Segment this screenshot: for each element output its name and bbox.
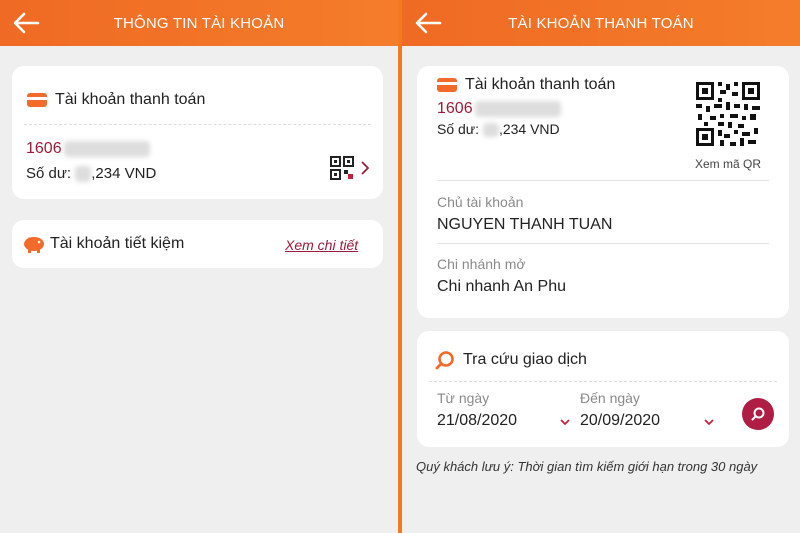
card-title: Tài khoản thanh toán xyxy=(55,91,206,108)
masked-account-digits xyxy=(63,140,150,157)
page-title: THÔNG TIN TÀI KHOẢN xyxy=(113,14,285,32)
account-info-screen: THÔNG TIN TÀI KHOẢN Tài khoản thanh toán… xyxy=(0,0,398,533)
view-details-link[interactable]: Xem chi tiết xyxy=(285,237,358,253)
piggy-bank-icon xyxy=(22,234,46,254)
back-arrow-icon[interactable] xyxy=(414,10,442,36)
header-bar: TÀI KHOẢN THANH TOÁN xyxy=(402,0,800,46)
divider xyxy=(429,381,777,382)
search-limit-note: Quý khách lưu ý: Thời gian tìm kiếm giới… xyxy=(416,459,758,474)
balance: Số dư: ,234 VND xyxy=(437,121,560,138)
divider xyxy=(437,243,769,244)
qr-code-icon[interactable] xyxy=(330,156,354,180)
account-detail-card: Tài khoản thanh toán 1606 Số dư: ,234 VN… xyxy=(417,66,789,318)
transaction-lookup-card: Tra cứu giao dịch Từ ngày 21/08/2020 Đến… xyxy=(417,331,789,447)
payment-account-screen: TÀI KHOẢN THANH TOÁN Tài khoản thanh toá… xyxy=(402,0,800,533)
header-bar: THÔNG TIN TÀI KHOẢN xyxy=(0,0,398,46)
to-date-label: Đến ngày xyxy=(580,390,640,406)
qr-caption: Xem mã QR xyxy=(695,157,762,171)
card-icon xyxy=(27,93,47,107)
balance-label: Số dư: xyxy=(26,165,72,182)
back-arrow-icon[interactable] xyxy=(12,10,40,36)
chevron-down-icon[interactable] xyxy=(704,415,714,429)
masked-balance xyxy=(75,166,92,183)
account-number-prefix: 1606 xyxy=(26,140,62,157)
payment-account-card[interactable]: Tài khoản thanh toán 1606 Số dư: ,234 VN… xyxy=(12,66,383,199)
owner-value: NGUYEN THANH TUAN xyxy=(437,216,613,233)
chevron-down-icon[interactable] xyxy=(560,415,570,429)
card-title: Tài khoản thanh toán xyxy=(465,76,616,93)
savings-account-card[interactable]: Tài khoản tiết kiệm Xem chi tiết xyxy=(12,220,383,268)
balance: Số dư: ,234 VND xyxy=(26,165,157,183)
balance-label: Số dư: xyxy=(437,121,480,137)
owner-label: Chủ tài khoản xyxy=(437,194,524,210)
divider xyxy=(437,180,769,181)
masked-balance xyxy=(482,123,499,138)
account-number: 1606 xyxy=(26,140,150,158)
from-date-field[interactable]: 21/08/2020 xyxy=(437,412,517,430)
card-icon xyxy=(437,78,457,92)
qr-code-image[interactable] xyxy=(694,80,762,148)
page-title: TÀI KHOẢN THANH TOÁN xyxy=(508,14,694,32)
account-number-prefix: 1606 xyxy=(437,100,473,117)
to-date-field[interactable]: 20/09/2020 xyxy=(580,412,660,430)
branch-label: Chi nhánh mở xyxy=(437,256,526,272)
account-number: 1606 xyxy=(437,100,561,118)
search-icon xyxy=(751,407,765,421)
search-button[interactable] xyxy=(742,398,774,430)
balance-value: ,234 VND xyxy=(498,121,560,137)
chevron-right-icon[interactable] xyxy=(361,161,370,180)
branch-value: Chi nhanh An Phu xyxy=(437,278,566,295)
balance-value: ,234 VND xyxy=(91,165,157,182)
lookup-title: Tra cứu giao dịch xyxy=(463,351,587,368)
from-date-label: Từ ngày xyxy=(437,390,490,406)
divider xyxy=(24,124,371,125)
search-icon xyxy=(435,350,455,370)
savings-title: Tài khoản tiết kiệm xyxy=(50,235,185,252)
masked-account-digits xyxy=(474,100,561,117)
